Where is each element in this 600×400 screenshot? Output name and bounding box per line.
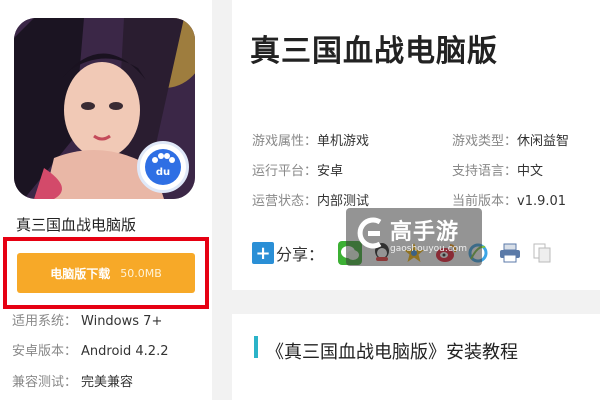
tutorial-accent-bar (254, 336, 258, 358)
attr-language: 支持语言：中文 (452, 160, 543, 179)
meta-compat: 兼容测试： 完美兼容 (12, 371, 133, 390)
app-card: du 真三国血战电脑版 电脑版下载 50.0MB 适用系统： Windows 7+… (0, 0, 212, 400)
baidu-badge-text: du (156, 167, 170, 178)
tutorial-heading: 《真三国血战电脑版》安装教程 (266, 342, 518, 363)
gaoshouyou-logo-icon (357, 217, 382, 249)
meta-value: 完美兼容 (81, 375, 134, 390)
attr-value: v1.9.01 (517, 194, 567, 209)
attr-value: 安卓 (317, 164, 344, 179)
meta-key: 适用系统： (12, 314, 78, 329)
print-icon[interactable] (498, 241, 522, 265)
watermark-brand: 高手游 (390, 220, 460, 245)
page-title: 真三国血战电脑版 (250, 34, 498, 69)
attr-game-property: 游戏属性：单机游戏 (252, 130, 369, 149)
copy-icon[interactable] (530, 241, 554, 265)
meta-value: Android 4.2.2 (81, 344, 169, 359)
attr-value[interactable]: 休闲益智 (517, 134, 569, 149)
app-name: 真三国血战电脑版 (16, 216, 137, 234)
attr-value[interactable]: 单机游戏 (317, 134, 369, 149)
attr-key: 运行平台： (252, 164, 318, 179)
meta-android: 安卓版本： Android 4.2.2 (12, 340, 169, 359)
meta-system: 适用系统： Windows 7+ (12, 310, 162, 329)
watermark-url: gaoshouyou.com (390, 244, 467, 254)
meta-value: Windows 7+ (81, 314, 163, 329)
attr-value: 中文 (517, 164, 544, 179)
attr-platform: 运行平台：安卓 (252, 160, 343, 179)
attr-value: 内部测试 (317, 194, 370, 209)
download-highlight-frame: 电脑版下载 50.0MB (3, 237, 209, 309)
attr-game-type: 游戏类型：休闲益智 (452, 130, 569, 149)
share-label: 分享： (276, 245, 325, 264)
baidu-badge: du (137, 141, 189, 193)
attr-status: 运营状态：内部测试 (252, 190, 369, 209)
meta-key: 兼容测试： (12, 375, 78, 390)
attr-key: 支持语言： (452, 164, 518, 179)
share-plus-icon[interactable]: + (252, 242, 274, 264)
pc-download-button[interactable]: 电脑版下载 50.0MB (17, 253, 195, 293)
attr-key: 当前版本： (452, 194, 518, 209)
baidu-paw-icon: du (145, 149, 181, 185)
attr-version: 当前版本：v1.9.01 (452, 190, 566, 209)
attr-key: 运营状态： (252, 194, 318, 209)
attr-key: 游戏属性： (252, 134, 318, 149)
tutorial-card: 《真三国血战电脑版》安装教程 (232, 314, 600, 400)
download-button-label: 电脑版下载 (50, 266, 111, 281)
attr-key: 游戏类型： (452, 134, 518, 149)
gaoshouyou-watermark: 高手游 gaoshouyou.com (346, 208, 482, 266)
download-size: 50.0MB (120, 266, 162, 280)
app-icon-image[interactable]: du (14, 18, 195, 199)
meta-key: 安卓版本： (12, 344, 78, 359)
